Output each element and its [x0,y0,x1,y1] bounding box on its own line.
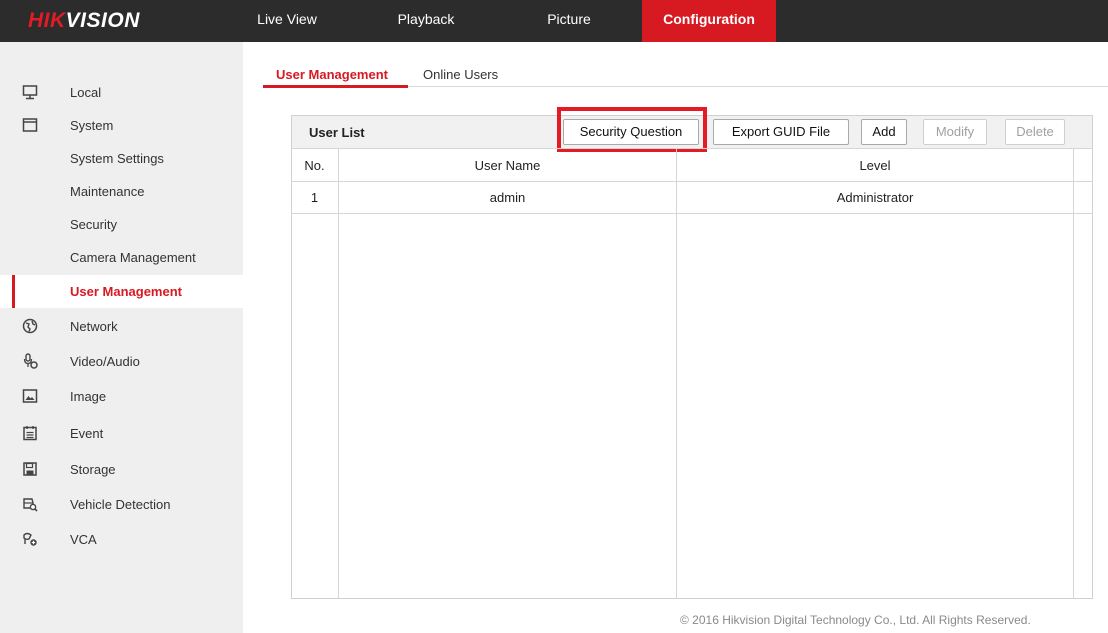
sidebar-item-label: Maintenance [70,184,145,199]
delete-user-button[interactable]: Delete [1005,119,1065,145]
tab-user-management[interactable]: User Management [276,67,388,82]
sidebar-item-label: VCA [70,532,97,547]
sidebar-item-label: Event [70,426,104,441]
vehicle-search-icon [23,498,38,512]
sidebar: Local System System Settings Maintenance… [0,42,243,633]
nav-tab-picture[interactable]: Picture [529,0,609,42]
sidebar-item-vehicle-detection[interactable]: Vehicle Detection [0,488,243,521]
user-list-panel: User List Security Question Export GUID … [291,115,1093,599]
export-guid-file-button[interactable]: Export GUID File [713,119,849,145]
sidebar-item-storage[interactable]: Storage [0,453,243,486]
microphone-icon [23,353,38,369]
monitor-icon [22,85,38,100]
modify-user-button[interactable]: Modify [923,119,987,145]
sidebar-item-local[interactable]: Local [0,76,243,109]
logo-white-part: VISION [65,9,140,32]
active-tab-indicator [263,85,408,88]
nav-tab-configuration[interactable]: Configuration [642,0,776,42]
system-window-icon [22,118,38,132]
vca-camera-icon [23,532,37,546]
table-top-border [291,148,1093,149]
calendar-icon [23,426,37,441]
sidebar-item-label: System [70,118,114,133]
sidebar-item-label: Video/Audio [70,354,140,369]
tab-online-users[interactable]: Online Users [423,67,498,82]
sidebar-item-video-audio[interactable]: Video/Audio [0,345,243,378]
sidebar-item-label: Security [70,217,117,232]
sidebar-item-label: Storage [70,462,116,477]
sidebar-item-maintenance[interactable]: Maintenance [0,175,243,208]
table-header-divider [291,181,1093,182]
table-row-divider [291,213,1093,214]
user-list-title: User List [309,125,365,140]
copyright-footer: © 2016 Hikvision Digital Technology Co.,… [680,613,1031,627]
sidebar-item-label: Local [70,85,102,100]
column-header-user-name: User Name [474,158,541,173]
sidebar-item-camera-management[interactable]: Camera Management [0,241,243,274]
table-cell-user-name: admin [489,190,526,205]
nav-tab-playback[interactable]: Playback [386,0,466,42]
sidebar-item-event[interactable]: Event [0,417,243,450]
sidebar-item-system-settings[interactable]: System Settings [0,142,243,175]
sidebar-item-vca[interactable]: VCA [0,523,243,556]
sidebar-item-system[interactable]: System [0,109,243,142]
add-user-button[interactable]: Add [861,119,907,145]
table-column-divider [338,148,339,599]
column-header-no: No. [304,158,325,173]
sidebar-item-network[interactable]: Network [0,310,243,343]
sidebar-item-user-management[interactable]: User Management [0,275,243,308]
hikvision-logo: HIKVISION [28,9,140,33]
top-navigation-bar: HIKVISION Live View Playback Picture Con… [0,0,1108,42]
column-header-level: Level [859,158,891,173]
floppy-disk-icon [23,462,37,476]
user-list-toolbar: User List Security Question Export GUID … [292,116,1092,149]
nav-tab-live-view[interactable]: Live View [250,0,324,42]
sidebar-item-label: Camera Management [70,250,196,265]
logo-red-part: HIK [28,9,66,32]
image-icon [22,389,38,403]
globe-icon [22,318,38,334]
sidebar-item-label: Image [70,389,107,404]
sidebar-item-label: User Management [70,284,182,299]
sidebar-item-label: Network [70,319,118,334]
sidebar-item-label: Vehicle Detection [70,497,171,512]
table-column-divider [1073,148,1074,599]
table-cell-no: 1 [310,190,319,205]
table-cell-level: Administrator [836,190,914,205]
table-column-divider [676,148,677,599]
sidebar-item-label: System Settings [70,151,164,166]
security-question-button[interactable]: Security Question [563,119,699,145]
sidebar-item-security[interactable]: Security [0,208,243,241]
sidebar-item-image[interactable]: Image [0,380,243,413]
